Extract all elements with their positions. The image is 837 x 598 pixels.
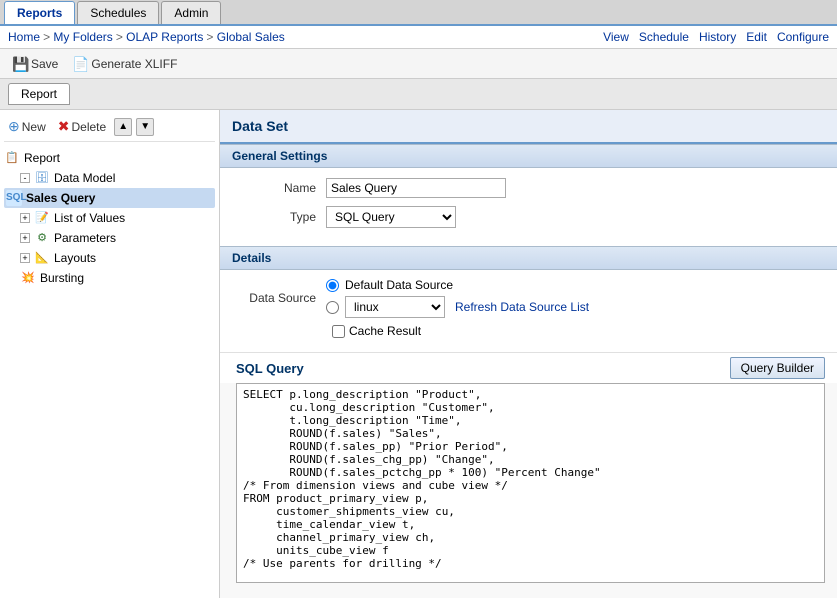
delete-button[interactable]: ✖ Delete [54,116,110,137]
datasource-select[interactable]: linux [345,296,445,318]
sql-query-label: SQL Query [236,361,304,376]
save-button[interactable]: 💾 Save [8,54,62,74]
tree-item-report[interactable]: 📋 Report [4,148,215,168]
xliff-label: Generate XLIFF [91,57,177,71]
linux-datasource-radio[interactable] [326,301,339,314]
right-content: Data Set General Settings Name Type SQL … [220,110,837,598]
sales-query-icon: SQL [6,190,22,206]
dataset-header: Data Set [220,110,837,144]
tab-schedules[interactable]: Schedules [77,1,159,24]
tree-item-bursting[interactable]: 💥 Bursting [4,268,215,288]
action-configure[interactable]: Configure [777,30,829,44]
breadcrumb-bar: Home > My Folders > OLAP Reports > Globa… [0,26,837,49]
tree-label-bursting: Bursting [40,271,84,285]
sql-textarea[interactable] [237,384,824,579]
default-datasource-radio[interactable] [326,279,339,292]
delete-icon: ✖ [58,118,70,135]
tab-admin[interactable]: Admin [161,1,221,24]
save-icon: 💾 [12,56,28,72]
general-settings-form: Name Type SQL Query [220,168,837,246]
main-content: ⊕ New ✖ Delete ▲ ▼ 📋 Report - 🗄 Data Mod… [0,110,837,598]
action-history[interactable]: History [699,30,736,44]
sql-area-wrap [236,383,825,583]
save-label: Save [31,57,58,71]
cache-result-label: Cache Result [349,324,421,338]
list-of-values-icon: 📝 [34,210,50,226]
type-select[interactable]: SQL Query [326,206,456,228]
query-builder-button[interactable]: Query Builder [730,357,825,379]
name-row: Name [236,178,821,198]
name-label: Name [236,181,326,195]
default-datasource-label: Default Data Source [345,278,453,292]
details-section: Details Data Source Default Data Source … [220,246,837,352]
expand-layouts[interactable]: + [20,253,30,263]
sidebar: ⊕ New ✖ Delete ▲ ▼ 📋 Report - 🗄 Data Mod… [0,110,220,598]
new-icon: ⊕ [8,118,20,135]
expand-list-of-values[interactable]: + [20,213,30,223]
breadcrumb: Home > My Folders > OLAP Reports > Globa… [8,30,285,44]
cache-result-checkbox[interactable] [332,325,345,338]
tree-label-data-model: Data Model [54,171,115,185]
new-label: New [22,120,46,134]
breadcrumb-my-folders[interactable]: My Folders [53,30,112,44]
bursting-icon: 💥 [20,270,36,286]
generate-xliff-button[interactable]: 📄 Generate XLIFF [68,54,181,74]
general-settings-title: General Settings [220,144,837,168]
datasource-label: Data Source [236,291,326,305]
tree-label-list-of-values: List of Values [54,211,125,225]
sql-header-row: SQL Query Query Builder [220,352,837,383]
tree-label-report: Report [24,151,60,165]
name-input[interactable] [326,178,506,198]
tree-item-parameters[interactable]: + ⚙ Parameters [4,228,215,248]
tab-report[interactable]: Report [8,83,70,105]
tree-item-list-of-values[interactable]: + 📝 List of Values [4,208,215,228]
layouts-icon: 📐 [34,250,50,266]
top-tabs-bar: Reports Schedules Admin [0,0,837,26]
details-form: Data Source Default Data Source linux Re… [220,270,837,352]
tree-item-layouts[interactable]: + 📐 Layouts [4,248,215,268]
radio-group: Default Data Source linux Refresh Data S… [326,278,589,318]
move-down-icon[interactable]: ▼ [136,118,154,136]
action-schedule[interactable]: Schedule [639,30,689,44]
tree-label-sales-query: Sales Query [26,191,95,205]
expand-data-model[interactable]: - [20,173,30,183]
action-view[interactable]: View [603,30,629,44]
tree-label-parameters: Parameters [54,231,116,245]
general-settings-section: General Settings Name Type SQL Query [220,144,837,246]
cache-row: Cache Result [332,324,821,338]
type-label: Type [236,210,326,224]
tree-toolbar: ⊕ New ✖ Delete ▲ ▼ [4,116,215,142]
tree-label-layouts: Layouts [54,251,96,265]
tree-item-data-model[interactable]: - 🗄 Data Model [4,168,215,188]
toolbar: 💾 Save 📄 Generate XLIFF [0,49,837,79]
type-row: Type SQL Query [236,206,821,228]
linux-datasource-row: linux Refresh Data Source List [326,296,589,318]
default-datasource-row: Default Data Source [326,278,589,292]
delete-label: Delete [71,120,106,134]
details-title: Details [220,246,837,270]
tab-reports[interactable]: Reports [4,1,75,24]
refresh-datasource-link[interactable]: Refresh Data Source List [455,300,589,314]
action-edit[interactable]: Edit [746,30,767,44]
xliff-icon: 📄 [72,56,88,72]
expand-parameters[interactable]: + [20,233,30,243]
data-model-icon: 🗄 [34,170,50,186]
breadcrumb-global-sales[interactable]: Global Sales [217,30,285,44]
new-button[interactable]: ⊕ New [4,116,50,137]
tree-item-sales-query[interactable]: SQL Sales Query [4,188,215,208]
move-up-icon[interactable]: ▲ [114,118,132,136]
report-icon: 📋 [4,150,20,166]
report-tab-row: Report [0,79,837,110]
top-actions: View Schedule History Edit Configure [603,30,829,44]
breadcrumb-home[interactable]: Home [8,30,40,44]
breadcrumb-olap-reports[interactable]: OLAP Reports [126,30,203,44]
datasource-row: Data Source Default Data Source linux Re… [236,278,821,318]
parameters-icon: ⚙ [34,230,50,246]
type-select-wrap: SQL Query [326,206,456,228]
